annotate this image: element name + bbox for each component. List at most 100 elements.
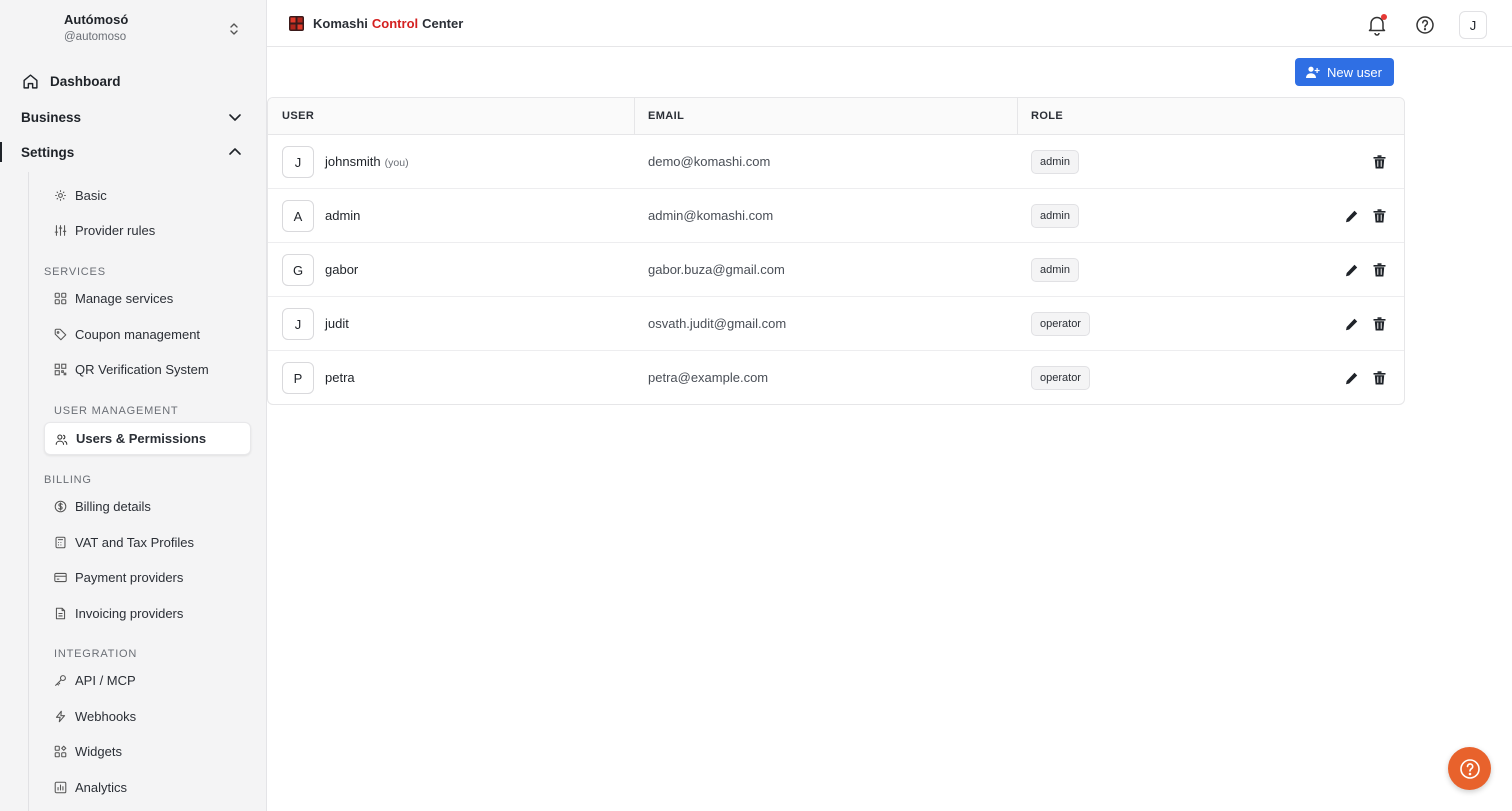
nav-settings[interactable]: Settings [0, 137, 267, 167]
role-badge: operator [1031, 366, 1090, 390]
chevron-up-down-icon[interactable] [226, 20, 242, 38]
notifications-button[interactable] [1364, 12, 1390, 38]
user-avatar: J [282, 146, 314, 178]
user-plus-icon [1306, 66, 1320, 78]
edit-button[interactable] [1343, 370, 1359, 386]
column-header-user[interactable]: USER [282, 110, 314, 122]
delete-button[interactable] [1371, 154, 1387, 170]
trash-icon [1373, 209, 1385, 223]
sidebar-item-billing-details[interactable]: Billing details [44, 490, 251, 523]
role-badge: operator [1031, 312, 1090, 336]
column-divider [634, 98, 635, 135]
user-email: petra@example.com [648, 370, 769, 385]
users-table: USER EMAIL ROLE J johnsmith (you) demo@ko… [267, 97, 1405, 405]
user-email: gabor.buza@gmail.com [648, 262, 785, 277]
users-icon [55, 434, 68, 445]
sidebar-item-label: VAT and Tax Profiles [75, 535, 194, 550]
sidebar-item-basic[interactable]: Basic [44, 179, 251, 212]
table-row: G gabor gabor.buza@gmail.com admin [268, 243, 1404, 297]
calculator-icon [55, 536, 66, 549]
grid-icon [54, 292, 67, 305]
you-tag: (you) [384, 157, 409, 169]
home-icon [23, 74, 38, 89]
help-button[interactable] [1412, 12, 1438, 38]
trash-icon [1373, 371, 1385, 385]
delete-button[interactable] [1371, 208, 1387, 224]
section-label-services: SERVICES [44, 266, 106, 278]
sidebar-item-label: Basic [75, 188, 107, 203]
help-chat-button[interactable] [1448, 747, 1491, 790]
pencil-icon [1345, 318, 1357, 330]
user-email: admin@komashi.com [648, 208, 774, 223]
brand-name-part3: Center [422, 16, 464, 31]
nav-dashboard[interactable]: Dashboard [0, 66, 267, 96]
sidebar-item-label: Billing details [75, 499, 151, 514]
sidebar-item-api-mcp[interactable]: API / MCP [44, 664, 251, 697]
sidebar: Autómosó @automoso Dashboard Business Se… [0, 0, 267, 811]
account-name: Autómosó [64, 12, 129, 27]
table-header: USER EMAIL ROLE [268, 98, 1404, 135]
section-label-user-management: USER MANAGEMENT [54, 405, 179, 417]
user-avatar: G [282, 254, 314, 286]
sidebar-item-provider-rules[interactable]: Provider rules [44, 214, 251, 247]
sidebar-item-label: QR Verification System [75, 362, 209, 377]
user-avatar: A [282, 200, 314, 232]
sidebar-item-widgets[interactable]: Widgets [44, 735, 251, 768]
nav-business[interactable]: Business [0, 102, 267, 132]
sidebar-item-coupon-management[interactable]: Coupon management [44, 318, 251, 351]
sidebar-item-label: Webhooks [75, 709, 137, 724]
edit-button[interactable] [1343, 262, 1359, 278]
sidebar-item-webhooks[interactable]: Webhooks [44, 700, 251, 733]
sidebar-item-users-permissions[interactable]: Users & Permissions [44, 422, 251, 455]
account-switcher[interactable]: Autómosó @automoso [64, 12, 128, 43]
sidebar-item-label: Widgets [75, 744, 122, 759]
sidebar-item-label: Manage services [75, 291, 174, 306]
sidebar-item-vat-tax[interactable]: VAT and Tax Profiles [44, 526, 251, 559]
table-row: A admin admin@komashi.com admin [268, 189, 1404, 243]
edit-button[interactable] [1343, 316, 1359, 332]
delete-button[interactable] [1371, 316, 1387, 332]
nav-settings-label: Settings [21, 144, 75, 160]
user-email: osvath.judit@gmail.com [648, 316, 787, 331]
column-divider [1017, 98, 1018, 135]
lightning-icon [55, 710, 66, 723]
key-icon [55, 675, 66, 686]
delete-button[interactable] [1371, 262, 1387, 278]
qr-code-icon [54, 363, 67, 376]
brand-logo-icon [289, 16, 304, 31]
document-icon [55, 607, 66, 620]
user-avatar: P [282, 362, 314, 394]
sidebar-item-label: Provider rules [75, 223, 156, 238]
question-circle-icon [1459, 758, 1480, 779]
table-row: J judit osvath.judit@gmail.com operator [268, 297, 1404, 351]
trash-icon [1373, 155, 1385, 169]
section-label-integration: INTEGRATION [54, 648, 138, 660]
account-handle: @automoso [64, 31, 127, 43]
chevron-up-icon [229, 148, 241, 155]
top-header: Komashi Control Center J [267, 0, 1512, 47]
sidebar-item-label: Invoicing providers [75, 606, 184, 621]
sidebar-item-label: Users & Permissions [76, 431, 207, 446]
brand[interactable]: Komashi Control Center [289, 16, 463, 31]
user-avatar[interactable]: J [1459, 11, 1487, 39]
sidebar-item-manage-services[interactable]: Manage services [44, 282, 251, 315]
sidebar-item-qr-verification[interactable]: QR Verification System [44, 353, 251, 386]
pencil-icon [1345, 210, 1357, 222]
sidebar-item-payment-providers[interactable]: Payment providers [44, 561, 251, 594]
username: admin [325, 208, 361, 223]
column-header-role[interactable]: ROLE [1031, 110, 1063, 122]
section-label-billing: BILLING [44, 474, 92, 486]
sidebar-item-analytics[interactable]: Analytics [44, 771, 251, 804]
sidebar-item-invoicing-providers[interactable]: Invoicing providers [44, 597, 251, 630]
brand-name-part1: Komashi [313, 16, 368, 31]
role-badge: admin [1031, 150, 1079, 174]
username: johnsmith (you) [325, 154, 409, 169]
delete-button[interactable] [1371, 370, 1387, 386]
sidebar-item-label: API / MCP [75, 673, 136, 688]
new-user-button[interactable]: New user [1295, 58, 1394, 86]
column-header-email[interactable]: EMAIL [648, 110, 684, 122]
pencil-icon [1345, 264, 1357, 276]
edit-button[interactable] [1343, 208, 1359, 224]
credit-card-icon [54, 572, 67, 583]
table-row: P petra petra@example.com operator [268, 351, 1404, 404]
